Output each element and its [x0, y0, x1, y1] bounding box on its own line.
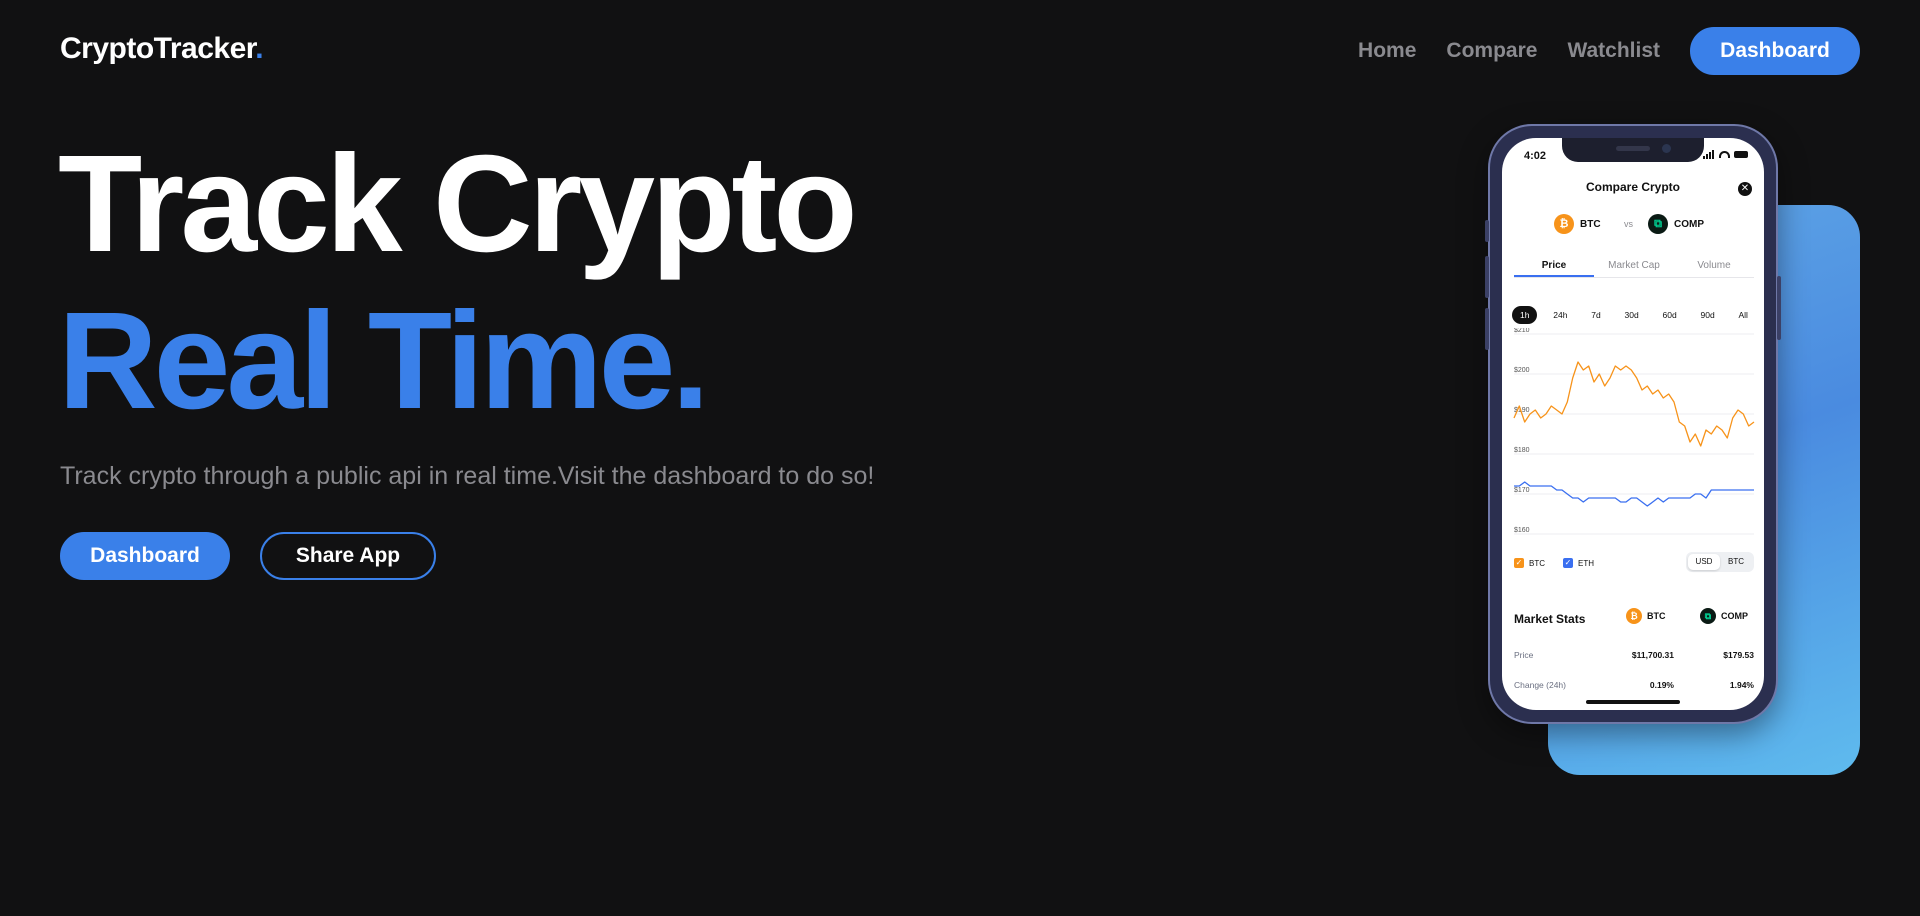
- market-stats-coin-a-label: BTC: [1647, 611, 1666, 621]
- range-90d[interactable]: 90d: [1692, 306, 1722, 324]
- checkbox-eth[interactable]: ✓: [1563, 558, 1573, 568]
- currency-toggle: USD BTC: [1686, 552, 1754, 572]
- nav-link-watchlist[interactable]: Watchlist: [1567, 39, 1660, 63]
- y-tick-label: $180: [1514, 447, 1530, 454]
- checkbox-btc[interactable]: ✓: [1514, 558, 1524, 568]
- nav-dashboard-button[interactable]: Dashboard: [1690, 27, 1860, 75]
- y-tick-label: $160: [1514, 527, 1530, 534]
- phone-side-button: [1485, 256, 1489, 298]
- legend-btc: BTC: [1529, 558, 1545, 568]
- phone-screen: 4:02 Compare Crypto ✕ ₿ BTC vs ⧉ COMP Pr…: [1502, 138, 1764, 710]
- nav-links: Home Compare Watchlist Dashboard: [1358, 27, 1860, 75]
- market-stats-coin-b: ⧉ COMP: [1700, 608, 1748, 624]
- market-stats-row-change: Change (24h) 0.19% 1.94%: [1514, 680, 1754, 690]
- coin-a-selector[interactable]: ₿ BTC: [1554, 214, 1601, 234]
- status-icons: [1703, 150, 1748, 159]
- tab-price[interactable]: Price: [1514, 260, 1594, 277]
- legend-eth: ETH: [1578, 558, 1594, 568]
- compare-title: Compare Crypto: [1585, 180, 1680, 194]
- time-range-selector: 1h 24h 7d 30d 60d 90d All: [1512, 306, 1756, 324]
- signal-icon: [1703, 150, 1715, 159]
- market-stats-coin-a: ₿ BTC: [1626, 608, 1666, 624]
- stat-value-btc: 0.19%: [1649, 680, 1674, 690]
- phone-mockup: 4:02 Compare Crypto ✕ ₿ BTC vs ⧉ COMP Pr…: [1485, 124, 1781, 724]
- bitcoin-icon: ₿: [1626, 608, 1642, 624]
- market-stats-coin-b-label: COMP: [1721, 611, 1748, 621]
- compound-icon: ⧉: [1700, 608, 1716, 624]
- range-all[interactable]: All: [1730, 306, 1755, 324]
- logo-text: CryptoTracker: [60, 32, 256, 65]
- home-indicator: [1586, 700, 1680, 704]
- range-1h[interactable]: 1h: [1512, 306, 1538, 324]
- top-nav: CryptoTracker. Home Compare Watchlist Da…: [0, 0, 1920, 100]
- share-app-button[interactable]: Share App: [260, 532, 436, 580]
- price-chart: $210$200$190$180$170$160: [1513, 328, 1755, 535]
- range-7d[interactable]: 7d: [1583, 306, 1608, 324]
- logo-dot: .: [255, 32, 264, 65]
- metric-tabs: Price Market Cap Volume: [1514, 260, 1754, 278]
- hero-heading-line1: Track Crypto: [58, 127, 858, 281]
- battery-icon: [1734, 151, 1748, 158]
- market-stats-title: Market Stats: [1514, 612, 1586, 626]
- chart-legend: ✓ BTC ✓ ETH: [1514, 558, 1594, 568]
- range-24h[interactable]: 24h: [1545, 306, 1575, 324]
- compound-icon: ⧉: [1648, 214, 1668, 234]
- hero-subtitle: Track crypto through a public api in rea…: [60, 462, 875, 490]
- y-tick-label: $210: [1514, 328, 1530, 334]
- phone-side-button: [1485, 308, 1489, 350]
- phone-notch: [1562, 138, 1704, 162]
- range-30d[interactable]: 30d: [1617, 306, 1647, 324]
- logo[interactable]: CryptoTracker.: [60, 32, 264, 66]
- hero-cta-group: Dashboard Share App: [60, 532, 436, 580]
- close-icon[interactable]: ✕: [1738, 182, 1752, 196]
- phone-side-button: [1777, 276, 1781, 340]
- status-time: 4:02: [1524, 150, 1547, 162]
- phone-side-button: [1485, 220, 1489, 242]
- vs-label: vs: [1624, 219, 1633, 229]
- nav-link-compare[interactable]: Compare: [1446, 39, 1537, 63]
- y-tick-label: $170: [1514, 487, 1530, 494]
- coin-b-label: COMP: [1674, 218, 1704, 230]
- stat-value-comp: $179.53: [1723, 650, 1754, 660]
- dashboard-button[interactable]: Dashboard: [60, 532, 230, 580]
- tab-volume[interactable]: Volume: [1674, 260, 1754, 277]
- stat-label: Price: [1514, 650, 1534, 660]
- range-60d[interactable]: 60d: [1655, 306, 1685, 324]
- bitcoin-icon: ₿: [1554, 214, 1574, 234]
- stat-value-btc: $11,700.31: [1631, 650, 1674, 660]
- tab-market-cap[interactable]: Market Cap: [1594, 260, 1674, 277]
- nav-link-home[interactable]: Home: [1358, 39, 1416, 63]
- wifi-icon: [1719, 151, 1730, 158]
- series-line-btc: [1513, 361, 1755, 447]
- currency-btc[interactable]: BTC: [1720, 554, 1752, 570]
- stat-value-comp: 1.94%: [1729, 680, 1754, 690]
- coin-b-selector[interactable]: ⧉ COMP: [1648, 214, 1704, 234]
- y-tick-label: $200: [1514, 367, 1530, 374]
- currency-usd[interactable]: USD: [1688, 554, 1720, 570]
- stat-label: Change (24h): [1514, 680, 1566, 690]
- market-stats-row-price: Price $11,700.31 $179.53: [1514, 650, 1754, 660]
- hero-heading-line2: Real Time.: [58, 284, 710, 438]
- coin-a-label: BTC: [1580, 218, 1601, 230]
